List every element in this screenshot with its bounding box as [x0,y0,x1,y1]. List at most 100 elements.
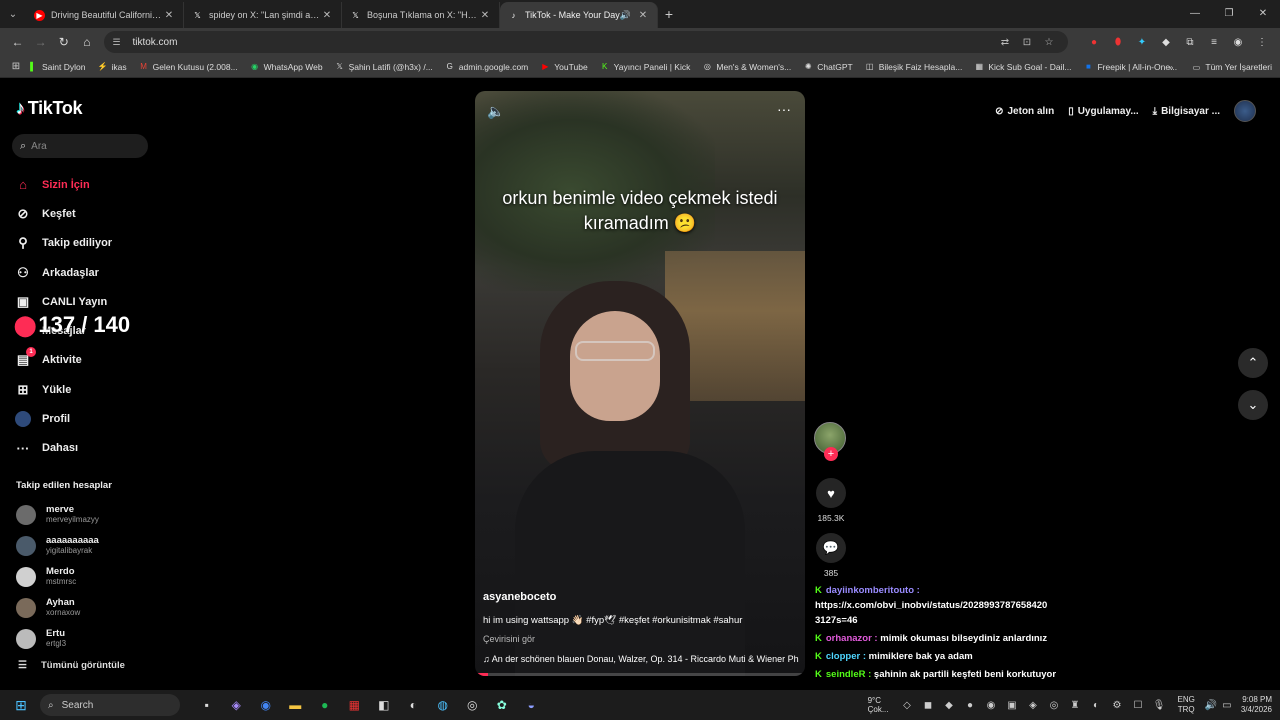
spotify-icon[interactable]: ● [310,698,340,712]
get-coins-button[interactable]: ⊘ Jeton alın [995,106,1054,117]
close-icon[interactable]: ✕ [479,10,491,21]
tab-search-button[interactable]: ⌄ [0,0,26,28]
install-icon[interactable]: ⊡ [1016,37,1038,48]
steam-icon[interactable]: ◐ [1086,700,1107,711]
puzzle-icon[interactable]: ⧉ [1178,37,1202,48]
taskbar-search[interactable]: ⌕ Search [40,694,180,716]
translate-icon[interactable]: ⇄ [994,37,1016,48]
video-player[interactable]: orkun benimle video çekmek istedi kırama… [475,91,805,676]
apps-grid-icon[interactable]: ⊞ [4,61,28,72]
chrome-icon[interactable]: ◉ [251,698,281,712]
nav-explore[interactable]: ⊘ Keşfet [14,199,112,228]
file-explorer-icon[interactable]: ▬ [281,698,311,712]
following-account[interactable]: Ertu ertgl3 [16,623,99,654]
back-button[interactable]: ← [6,30,29,54]
nav-activity[interactable]: ▤ 1 Aktivite [14,346,112,375]
search-input[interactable]: ⌕ Ara [12,134,148,158]
tab-tiktok[interactable]: ♪ TikTok - Make Your Day 🔊 ✕ [500,2,658,28]
tray-app-icon[interactable]: ◆ [939,700,960,711]
tab-youtube[interactable]: ▶ Driving Beautiful California Sa ✕ [26,2,184,28]
video-progress-bar[interactable] [475,673,805,676]
close-window-button[interactable]: ✕ [1246,0,1280,28]
more-options-icon[interactable]: ··· [777,101,791,117]
bookmark-item[interactable]: ▶ YouTube [540,62,587,72]
bookmark-item[interactable]: ✺ ChatGPT [803,62,853,72]
task-view-icon[interactable]: ▪ [192,698,222,712]
battery-icon[interactable]: ▭ [1219,700,1235,711]
profile-avatar-icon[interactable]: ◉ [1226,37,1250,48]
video-music[interactable]: ♫ An der schönen blauen Donau, Walzer, O… [483,654,799,664]
sidebar-icon[interactable]: ≡ [1202,37,1226,48]
following-account[interactable]: Ayhan xornaxow [16,592,99,623]
home-button[interactable]: ⌂ [75,30,98,54]
nav-profile[interactable]: Profil [14,404,112,433]
url-text[interactable]: tiktok.com [132,37,994,48]
nav-upload[interactable]: ⊞ Yükle [14,375,112,404]
app-icon[interactable]: ◐ [399,698,429,712]
nav-following[interactable]: ⚲ Takip ediliyor [14,229,112,258]
speaker-icon[interactable]: 🔊 [620,10,631,21]
tray-app-icon[interactable]: ◼ [918,700,939,711]
clock[interactable]: 9:08 PM 3/4/2026 [1241,695,1272,715]
bookmark-item[interactable]: K Yayıncı Paneli | Kick [600,62,690,72]
next-video-button[interactable]: ⌄ [1238,390,1268,420]
tab-x-bosuna[interactable]: 𝕏 Boşuna Tıklama on X: "Hız sınırı ✕ [342,2,500,28]
video-username[interactable]: asyaneboceto [483,591,556,603]
close-icon[interactable]: ✕ [321,10,333,21]
bookmark-item[interactable]: 𝕏 Şahin Latifi (@h3x) /... [335,62,432,72]
app-icon[interactable]: ◍ [428,698,458,712]
close-icon[interactable]: ✕ [637,10,649,21]
app-icon[interactable]: ◧ [369,698,399,712]
tray-app-icon[interactable]: ♜ [1065,700,1086,711]
bookmark-item[interactable]: ■ Freepik | All-in-One... [1083,62,1177,72]
see-all-button[interactable]: ☰ Tümünü görüntüle [18,660,125,671]
following-account[interactable]: Merdo mstmrsc [16,561,99,592]
tray-app-icon[interactable]: ◎ [1044,700,1065,711]
tab-x-spidey[interactable]: 𝕏 spidey on X: "Lan şimdi anladım ✕ [184,2,342,28]
tray-app-icon[interactable]: ▣ [1002,700,1023,711]
bookmark-item[interactable]: Gadmin.google.com [445,62,529,72]
extension-icon[interactable]: ⬮ [1106,37,1130,48]
following-account[interactable]: merve merveyilmazyy [16,499,99,530]
bookmark-star-icon[interactable]: ☆ [1038,37,1060,48]
nav-friends[interactable]: ⚇ Arkadaşlar [14,258,112,287]
bookmark-item[interactable]: ◫ Bileşik Faiz Hesapla... [865,62,962,72]
tray-app-icon[interactable]: ◉ [981,700,1002,711]
follow-plus-icon[interactable]: + [824,447,838,461]
bookmark-item[interactable]: ◎ Men's & Women's... [702,62,791,72]
like-action[interactable]: ♥ 185.3K [814,478,848,523]
close-icon[interactable]: ✕ [163,10,175,21]
get-app-button[interactable]: ▯ Uygulamay... [1068,106,1138,117]
network-icon[interactable]: ☐ [1128,700,1149,711]
extension-icon[interactable]: ✦ [1130,37,1154,48]
extension-icon[interactable]: ◆ [1154,37,1178,48]
user-avatar[interactable] [1234,100,1256,122]
bookmark-item[interactable]: ▌ Saint Dylon [28,62,85,72]
tray-app-icon[interactable]: ⚙ [1107,700,1128,711]
minimize-button[interactable]: — [1178,0,1212,28]
reload-button[interactable]: ↻ [52,30,75,54]
copilot-icon[interactable]: ◈ [222,698,252,712]
nav-more[interactable]: ··· Dahası [14,434,112,463]
discord-icon[interactable]: ◒ [517,698,547,712]
site-info-icon[interactable]: ☰ [112,37,126,48]
all-bookmarks-item[interactable]: ▭ Tüm Yer İşaretleri [1191,62,1272,72]
comment-icon[interactable]: 💬 [816,533,846,563]
app-icon[interactable]: ▦ [340,698,370,712]
volume-icon[interactable]: 🔈 [487,103,504,120]
address-bar[interactable]: ☰ tiktok.com ⇄ ⊡ ☆ [104,31,1068,53]
bookmark-item[interactable]: ▦ Kick Sub Goal - Dail... [974,62,1072,72]
more-bookmarks-icon[interactable]: » [1169,62,1174,72]
volume-icon[interactable]: 🔊 [1203,700,1219,711]
tray-app-icon[interactable]: ◇ [897,700,918,711]
desktop-app-button[interactable]: ⤓ Bilgisayar ... [1153,106,1220,117]
app-icon[interactable]: ✿ [487,698,517,712]
bookmark-item[interactable]: ⚡ ikas [97,62,126,72]
previous-video-button[interactable]: ⌃ [1238,348,1268,378]
tray-app-icon[interactable]: ◈ [1023,700,1044,711]
restore-button[interactable]: ❐ [1212,0,1246,28]
language-indicator[interactable]: ENG TRQ [1178,695,1195,715]
new-tab-button[interactable]: + [658,6,680,22]
app-icon[interactable]: ◎ [458,698,488,712]
translate-link[interactable]: Çevirisini gör [483,634,535,644]
